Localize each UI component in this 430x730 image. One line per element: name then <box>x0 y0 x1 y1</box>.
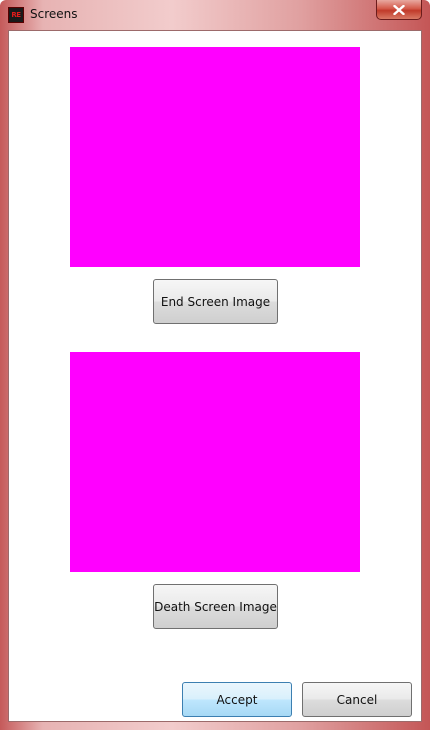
end-screen-image-preview <box>70 47 360 267</box>
end-screen-image-button[interactable]: End Screen Image <box>153 279 278 324</box>
title-bar[interactable]: RE Screens <box>0 0 430 30</box>
death-screen-image-preview <box>70 352 360 572</box>
death-screen-image-button[interactable]: Death Screen Image <box>153 584 278 629</box>
close-icon <box>393 4 405 15</box>
cancel-button[interactable]: Cancel <box>302 682 412 717</box>
dialog-content: End Screen Image Death Screen Image Acce… <box>8 30 422 722</box>
accept-button[interactable]: Accept <box>182 682 292 717</box>
app-logo-text: RE <box>11 10 21 19</box>
app-logo-icon: RE <box>8 7 24 23</box>
screens-dialog-window: RE Screens End Screen Image Death Screen… <box>0 0 430 730</box>
close-button[interactable] <box>376 0 422 20</box>
window-title: Screens <box>30 7 78 21</box>
